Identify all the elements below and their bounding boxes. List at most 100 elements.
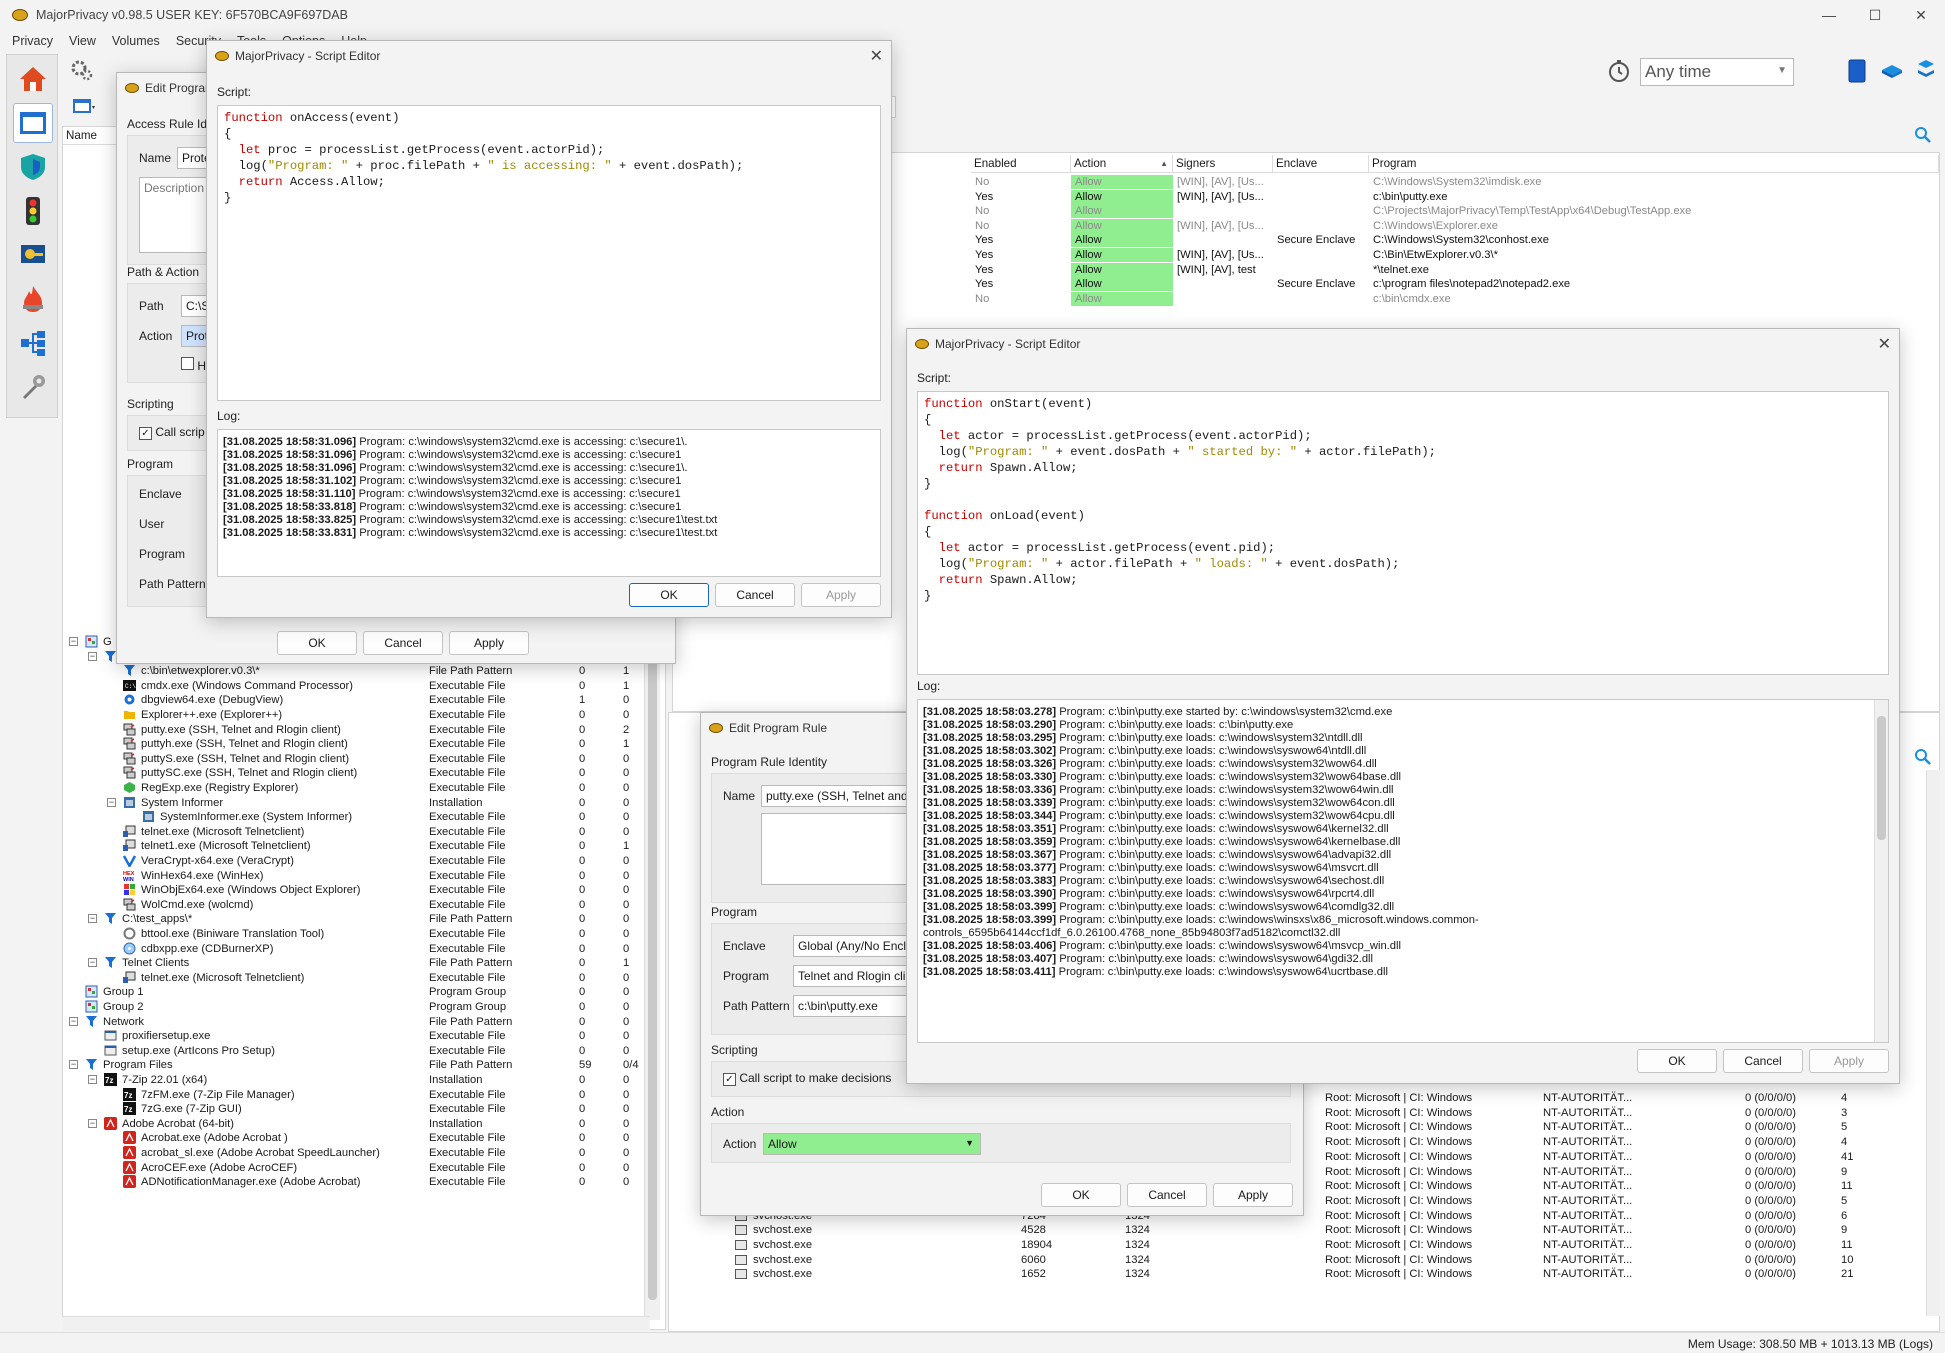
tree-row[interactable]: − System Informer Installation 0 0	[63, 796, 643, 810]
tree-row[interactable]: acrobat_sl.exe (Adobe Acrobat SpeedLaunc…	[63, 1146, 643, 1160]
tree-row[interactable]: Explorer++.exe (Explorer++) Executable Fi…	[63, 708, 643, 722]
col-signers[interactable]: Signers	[1173, 155, 1273, 173]
tree-hscrollbar[interactable]	[62, 1316, 650, 1330]
cancel-button[interactable]: Cancel	[715, 583, 795, 607]
tree-row[interactable]: WinObjEx64.exe (Windows Object Explorer)…	[63, 883, 643, 897]
tree-expander-icon[interactable]: −	[69, 1016, 78, 1026]
tree-scroll-thumb[interactable]	[648, 660, 657, 1300]
call-script-row[interactable]: ✓ Call script to make decisions	[723, 1071, 891, 1086]
log-scrollbar[interactable]	[1874, 700, 1888, 1042]
col-enclave[interactable]: Enclave	[1273, 155, 1369, 173]
tree-row[interactable]: cdbxpp.exe (CDBurnerXP) Executable File 0 0	[63, 942, 643, 956]
col-program[interactable]: Program	[1369, 155, 1939, 173]
script-code-editor[interactable]: function onAccess(event){ let proc = pro…	[217, 105, 881, 401]
tree-row[interactable]: 7z 7zFM.exe (7-Zip File Manager) Executabl…	[63, 1087, 643, 1102]
tree-row[interactable]: puttySC.exe (SSH, Telnet and Rlogin clie…	[63, 766, 643, 780]
tree-row[interactable]: ADNotificationManager.exe (Adobe Acrobat…	[63, 1175, 643, 1189]
tree-row[interactable]: setup.exe (ArtIcons Pro Setup) Executable…	[63, 1044, 643, 1058]
script-code-editor[interactable]: function onStart(event){ let actor = pro…	[917, 391, 1889, 675]
nav-firewall[interactable]	[13, 191, 53, 231]
tree-row[interactable]: proxifiersetup.exe Executable File 0 0	[63, 1029, 643, 1043]
search-icon[interactable]	[1914, 748, 1932, 769]
tree-row[interactable]: VeraCrypt-x64.exe (VeraCrypt) Executable …	[63, 854, 643, 869]
maximize-button[interactable]: ☐	[1852, 0, 1898, 30]
tree-row[interactable]: putty.exe (SSH, Telnet and Rlogin client…	[63, 723, 643, 737]
ok-button[interactable]: OK	[1041, 1183, 1121, 1207]
tree-row[interactable]: 7z 7zG.exe (7-Zip GUI) Executable File 0 0	[63, 1102, 643, 1116]
time-filter-select[interactable]: Any time ▼	[1640, 58, 1794, 86]
tree-row[interactable]: bttool.exe (Biniware Translation Tool) Ex…	[63, 927, 643, 941]
cancel-button[interactable]: Cancel	[1723, 1049, 1803, 1073]
ok-button[interactable]: OK	[277, 631, 357, 655]
tree-row[interactable]: Group 1 Program Group 0 0	[63, 985, 643, 999]
tree-row[interactable]: − Program Files File Path Pattern 59 0/4	[63, 1058, 643, 1072]
view-mode-button[interactable]	[72, 98, 96, 119]
h-checkbox[interactable]	[181, 357, 194, 370]
apply-button[interactable]: Apply	[1213, 1183, 1293, 1207]
process-scrollbar[interactable]	[1926, 770, 1940, 1316]
tree-row[interactable]: − Network File Path Pattern 0 0	[63, 1015, 643, 1029]
tree-expander-icon[interactable]: −	[88, 1118, 97, 1128]
col-action[interactable]: Action ▲	[1071, 155, 1173, 173]
close-button[interactable]: ✕	[1898, 0, 1944, 30]
nav-home[interactable]	[13, 59, 53, 99]
tree-row[interactable]: RegExp.exe (Registry Explorer) Executable…	[63, 781, 643, 795]
close-icon[interactable]: ✕	[1878, 334, 1891, 354]
h-checkbox-row[interactable]: H	[181, 357, 206, 373]
view-stack-button[interactable]	[1914, 58, 1938, 85]
cancel-button[interactable]: Cancel	[363, 631, 443, 655]
tree-expander-icon[interactable]: −	[69, 637, 78, 646]
tree-expander-icon[interactable]: −	[88, 651, 97, 661]
apply-button[interactable]: Apply	[801, 583, 881, 607]
nav-access[interactable]	[13, 235, 53, 275]
tree-row[interactable]: dbgview64.exe (DebugView) Executable File…	[63, 693, 643, 707]
tree-row[interactable]: SystemInformer.exe (System Informer) Exec…	[63, 810, 643, 824]
menu-view[interactable]: View	[63, 34, 102, 48]
nav-tweaks[interactable]	[13, 279, 53, 319]
tree-row[interactable]: puttyh.exe (SSH, Telnet and Rlogin clien…	[63, 737, 643, 751]
nav-network[interactable]	[13, 323, 53, 363]
tree-row[interactable]: telnet1.exe (Microsoft Telnetclient) Exec…	[63, 839, 643, 853]
menu-volumes[interactable]: Volumes	[106, 34, 166, 48]
ok-button[interactable]: OK	[1637, 1049, 1717, 1073]
cancel-button[interactable]: Cancel	[1127, 1183, 1207, 1207]
log-output[interactable]: [31.08.2025 18:58:31.096] Program: c:\wi…	[217, 429, 881, 577]
call-script-row[interactable]: ✓ Call scrip	[139, 425, 205, 440]
nav-settings[interactable]	[13, 367, 53, 407]
log-output[interactable]: [31.08.2025 18:58:03.278] Program: c:\bi…	[917, 699, 1889, 1043]
tree-row[interactable]: − C:\test_apps\* File Path Pattern 0 0	[63, 912, 643, 926]
log-scroll-thumb[interactable]	[1877, 716, 1886, 840]
tree-row[interactable]: − Adobe Acrobat (64-bit) Installation 0 0	[63, 1116, 643, 1131]
close-icon[interactable]: ✕	[870, 46, 883, 66]
tree-expander-icon[interactable]: −	[107, 797, 116, 807]
tree-expander-icon[interactable]: −	[88, 958, 97, 968]
apply-button[interactable]: Apply	[1809, 1049, 1889, 1073]
view-flat-button[interactable]	[1880, 62, 1904, 83]
tree-row[interactable]: WolCmd.exe (wolcmd) Executable File 0 0	[63, 898, 643, 912]
tree-expander-icon[interactable]: −	[88, 1075, 97, 1084]
tree-row[interactable]: telnet.exe (Microsoft Telnetclient) Execu…	[63, 971, 643, 985]
tree-scrollbar[interactable]	[644, 620, 660, 1320]
ok-button[interactable]: OK	[629, 583, 709, 607]
tree-expander-icon[interactable]: −	[88, 914, 97, 924]
call-script-checkbox[interactable]: ✓	[723, 1073, 736, 1086]
tree-row[interactable]: AcroCEF.exe (Adobe AcroCEF) Executable Fi…	[63, 1160, 643, 1175]
tree-expander-icon[interactable]: −	[69, 1060, 78, 1070]
menu-privacy[interactable]: Privacy	[6, 34, 59, 48]
col-enabled[interactable]: Enabled	[971, 155, 1071, 173]
tree-row[interactable]: C:\ cmdx.exe (Windows Command Processor) E…	[63, 679, 643, 693]
tree-row[interactable]: Acrobat.exe (Adobe Acrobat ) Executable F…	[63, 1131, 643, 1145]
tree-row[interactable]: − Telnet Clients File Path Pattern 0 1	[63, 956, 643, 970]
nav-security[interactable]	[13, 147, 53, 187]
action-select[interactable]: Allow ▼	[763, 1133, 981, 1155]
tree-row[interactable]: puttyS.exe (SSH, Telnet and Rlogin clien…	[63, 752, 643, 766]
nav-programs[interactable]	[13, 103, 53, 143]
tree-row[interactable]: HEX WIN WinHex64.exe (WinHex) Executable Fi…	[63, 868, 643, 883]
call-script-checkbox[interactable]: ✓	[139, 427, 152, 440]
tree-row[interactable]: −7z 7-Zip 22.01 (x64) Installation 0 0	[63, 1073, 643, 1087]
tree-row[interactable]: telnet.exe (Microsoft Telnetclient) Execu…	[63, 825, 643, 839]
apply-button[interactable]: Apply	[449, 631, 529, 655]
minimize-button[interactable]: —	[1806, 0, 1852, 30]
tree-row[interactable]: Group 2 Program Group 0 0	[63, 1000, 643, 1014]
tree-row[interactable]: c:\bin\etwexplorer.v0.3\* File Path Patte…	[63, 664, 643, 678]
